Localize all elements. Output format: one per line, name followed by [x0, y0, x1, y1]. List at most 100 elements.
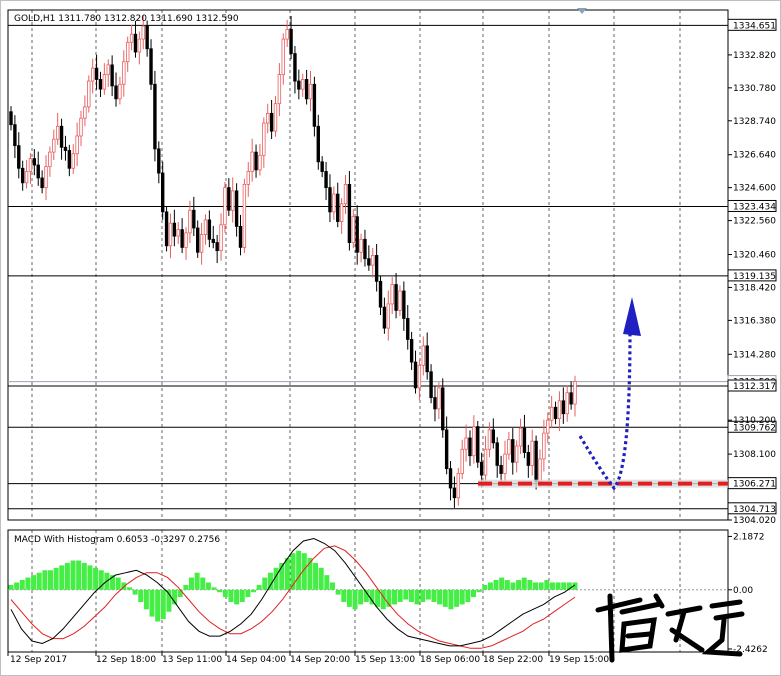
candle-body	[441, 387, 445, 431]
candle-body	[196, 227, 200, 253]
candle-body	[312, 83, 317, 127]
level-label: 1312.317	[733, 382, 776, 392]
macd-histogram-bar	[59, 565, 65, 590]
price-tick-label: 1318.420	[733, 283, 776, 293]
candle-body	[332, 193, 336, 213]
macd-histogram-bar	[70, 560, 76, 590]
candle-body	[561, 400, 566, 415]
candle-body	[254, 151, 258, 171]
macd-histogram-bar	[341, 589, 347, 602]
candle-body	[87, 80, 91, 108]
macd-histogram-bar	[205, 582, 211, 590]
price-tick-label: 1332.820	[733, 51, 776, 61]
macd-histogram-bar	[414, 589, 420, 605]
macd-histogram-bar	[98, 570, 104, 590]
candle-body	[273, 103, 278, 132]
macd-histogram-bar	[36, 572, 42, 590]
candle-body	[258, 154, 262, 171]
macd-histogram-bar	[183, 584, 189, 590]
macd-histogram-bar	[533, 582, 539, 590]
candle-body	[320, 161, 324, 172]
candle-body	[495, 442, 499, 466]
macd-histogram-bar	[25, 577, 31, 590]
candle-body	[102, 74, 107, 90]
macd-histogram-bar	[397, 589, 403, 602]
macd-histogram-bar	[200, 577, 206, 590]
candle-body	[122, 61, 126, 85]
candle-body	[145, 25, 149, 50]
candle-body	[125, 41, 130, 63]
candle-body	[106, 64, 110, 75]
candle-body	[367, 258, 371, 266]
macd-histogram-bar	[138, 589, 144, 602]
candle-body	[223, 187, 227, 226]
level-label: 1304.713	[733, 505, 776, 515]
macd-histogram-bar	[549, 582, 555, 590]
level-label: 1319.135	[733, 272, 776, 282]
candle-body	[324, 171, 328, 189]
candle-body	[9, 111, 13, 126]
candle-body	[503, 453, 507, 474]
candle-body	[297, 80, 301, 90]
candle-body	[487, 429, 492, 450]
price-axis: 1332.820 1330.780 1328.740 1326.640 1324.600…	[728, 51, 776, 526]
macd-histogram-bar	[222, 589, 228, 598]
candle-body	[94, 67, 99, 80]
macd-histogram-bar	[493, 580, 499, 590]
macd-histogram-bar	[81, 562, 87, 590]
candle-body	[176, 229, 180, 237]
macd-histogram-bar	[352, 589, 358, 610]
time-label: 13 Sep 11:00	[162, 655, 222, 665]
macd-histogram-bar	[476, 589, 482, 593]
macd-histogram-bar	[392, 589, 398, 605]
candle-body	[378, 280, 383, 308]
candle-body	[538, 458, 542, 482]
candle-body	[199, 234, 204, 253]
macd-histogram-bar	[149, 589, 155, 617]
candle-body	[557, 400, 562, 419]
macd-histogram-bar	[155, 589, 161, 622]
macd-histogram-bar	[335, 589, 341, 595]
candle-body	[382, 306, 387, 329]
candle-body	[231, 190, 235, 211]
macd-histogram-bar	[504, 580, 510, 590]
macd-histogram-bar	[47, 570, 53, 590]
macd-histogram-bar	[211, 587, 217, 590]
price-tick-label: 1310.200	[733, 416, 776, 426]
candle-body	[398, 290, 402, 311]
candle-body	[546, 419, 550, 434]
candle-body	[48, 151, 52, 168]
candle-body	[534, 440, 538, 482]
level-label: 1334.651	[733, 21, 776, 31]
candle-body	[52, 138, 56, 153]
candle-body	[308, 83, 313, 100]
candle-body	[262, 122, 266, 156]
candle-body	[483, 448, 488, 476]
macd-histogram-bar	[31, 575, 37, 590]
level-label: 1323.434	[733, 202, 776, 212]
candle-body	[238, 226, 243, 248]
macd-histogram-bar	[499, 577, 505, 590]
candle-body	[281, 38, 285, 75]
candle-body	[406, 318, 410, 340]
macd-histogram-bar	[76, 560, 82, 590]
candle-body	[269, 112, 274, 132]
candle-body	[215, 242, 219, 252]
candle-body	[304, 79, 309, 100]
candle-body	[452, 487, 457, 499]
candle-body	[526, 452, 531, 466]
macd-histogram-bar	[251, 589, 257, 593]
candle-body	[569, 392, 573, 405]
candle-body	[203, 219, 208, 235]
candle-body	[343, 184, 348, 205]
candle-body	[219, 224, 223, 252]
candle-body	[429, 371, 433, 398]
candle-body	[542, 432, 546, 460]
macd-histogram-bar	[448, 589, 454, 610]
candle-body	[55, 125, 60, 140]
macd-histogram-bar	[234, 589, 240, 605]
macd-tick-label: 0.00	[733, 586, 753, 596]
candle-body	[90, 67, 95, 82]
candle-body	[79, 117, 83, 137]
candle-body	[347, 184, 352, 243]
